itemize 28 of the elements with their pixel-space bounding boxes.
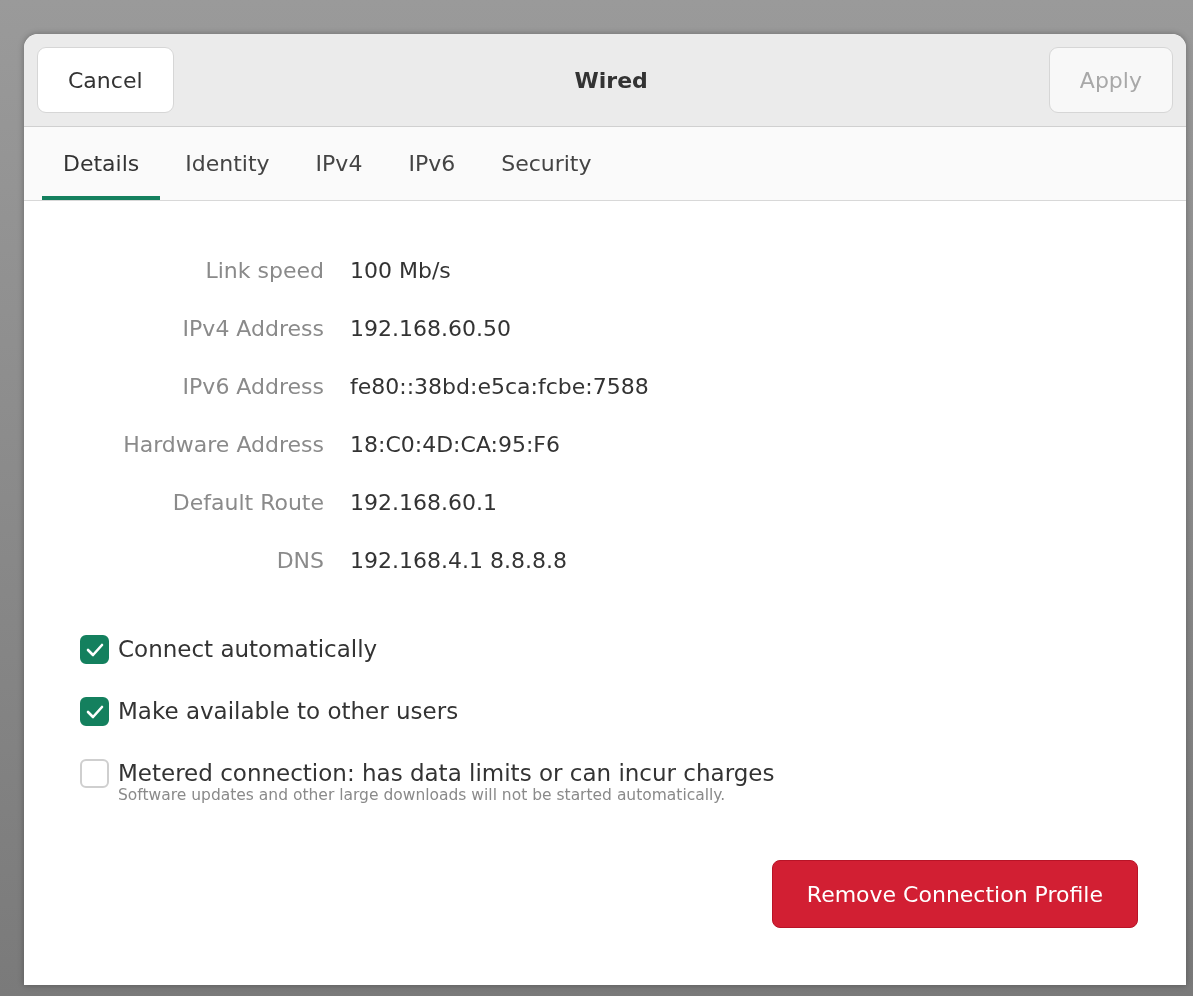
detail-value: 18:C0:4D:CA:95:F6: [350, 431, 562, 459]
checkmark-icon: [85, 642, 104, 657]
detail-label: IPv4 Address: [181, 315, 324, 343]
detail-value: 192.168.4.1 8.8.8.8: [350, 547, 568, 575]
detail-value: 192.168.60.1: [350, 489, 498, 517]
detail-value: 192.168.60.50: [350, 315, 512, 343]
cancel-button[interactable]: Cancel: [37, 47, 174, 113]
tab[interactable]: IPv6: [387, 127, 477, 200]
detail-label: IPv6 Address: [181, 373, 324, 401]
hint-text: Software updates and other large downloads will not be started automatically.: [118, 786, 727, 804]
checkbox[interactable]: [80, 697, 109, 726]
dialog-title: Wired: [574, 67, 648, 93]
detail-value: 100 Mb/s: [350, 257, 452, 285]
checkbox-label: Metered connection: has data limits or can incur charges: [118, 759, 775, 788]
tab[interactable]: IPv4: [294, 127, 384, 200]
checkbox-label: Connect automatically: [118, 635, 378, 664]
detail-label: DNS: [275, 547, 324, 575]
detail-label: Hardware Address: [122, 431, 324, 459]
checkbox-label: Make available to other users: [118, 697, 459, 726]
checkbox[interactable]: [80, 635, 109, 664]
detail-value: fe80::38bd:e5ca:fcbe:7588: [350, 373, 650, 401]
tab[interactable]: Details: [42, 127, 161, 200]
tab[interactable]: Security: [480, 127, 613, 200]
tab[interactable]: Identity: [164, 127, 291, 200]
detail-label: Default Route: [171, 489, 324, 517]
checkmark-icon: [85, 704, 104, 719]
detail-label: Link speed: [204, 257, 324, 285]
remove-profile-button[interactable]: Remove Connection Profile: [771, 860, 1138, 928]
